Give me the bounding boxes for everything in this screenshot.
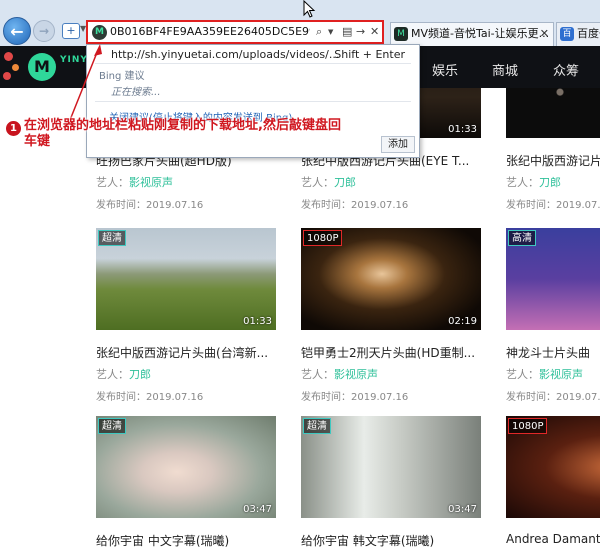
nav-crowdfunding[interactable]: 众筹: [553, 60, 579, 79]
video-title[interactable]: 铠甲勇士2刑天片头曲(HD重制...: [301, 344, 481, 361]
video-date: 发布时间：2019.07.16: [301, 200, 409, 211]
video-title[interactable]: 给你宇宙 韩文字幕(瑞曦): [301, 532, 481, 549]
video-date: 发布时间：2019.07.16: [301, 392, 409, 403]
forward-button[interactable]: →: [33, 20, 55, 42]
video-duration: 02:19: [448, 316, 477, 327]
browser-toolbar: ← → + ▼ M 0B016BF4FE9AA359EE26405DC5E993…: [0, 0, 600, 46]
yinyuetai-favicon-icon: M: [394, 27, 408, 41]
mouse-cursor-icon: [303, 0, 316, 18]
video-date: 发布时间：2019.07.16: [506, 392, 600, 403]
video-date: 发布时间：2019.07.16: [506, 200, 600, 211]
bing-suggestions-heading: Bing 建议: [99, 71, 145, 82]
compatibility-view-icon[interactable]: +: [62, 23, 80, 39]
step-number: 1: [6, 121, 21, 136]
video-thumbnail[interactable]: 高清: [506, 228, 600, 330]
video-duration: 01:33: [243, 316, 272, 327]
arrow-left-icon: ←: [10, 21, 24, 41]
video-title[interactable]: 张纪中版西游记片头: [506, 152, 600, 169]
address-bar[interactable]: M 0B016BF4FE9AA359EE26405DC5E993.mp4 ⌕ ▼…: [86, 20, 384, 44]
nav-mall[interactable]: 商城: [492, 60, 518, 79]
suggestion-shortcut: Shift + Enter: [334, 48, 405, 61]
video-date: 发布时间：2019.07.16: [96, 200, 204, 211]
suggestion-url[interactable]: http://sh.yinyuetai.com/uploads/videos/.…: [111, 48, 339, 61]
nav-entertainment[interactable]: 娱乐: [432, 60, 458, 79]
quality-badge: 1080P: [508, 418, 548, 434]
quality-badge: 高清: [508, 230, 536, 246]
video-artist: 艺人：刀郎: [301, 176, 356, 189]
close-icon[interactable]: ✕: [540, 23, 549, 45]
site-logo[interactable]: M: [28, 53, 56, 81]
tab-baidu[interactable]: 百 百度一: [556, 22, 600, 46]
site-favicon: M: [92, 25, 107, 40]
site-logo-text: YINYUETAI: [60, 54, 121, 66]
tab-mv-channel[interactable]: M MV频道-音悦Tai-让娱乐更... ✕: [390, 22, 554, 46]
video-date: 发布时间：2019.07.16: [96, 392, 204, 403]
quality-badge: 超清: [98, 418, 126, 434]
video-artist: 艺人：影视原声: [301, 368, 378, 381]
quality-badge: 超清: [98, 230, 126, 246]
quality-badge: 超清: [303, 418, 331, 434]
video-thumbnail[interactable]: 1080P: [506, 416, 600, 518]
video-title[interactable]: 张纪中版西游记片头曲(台湾新...: [96, 344, 276, 361]
video-duration: 03:47: [448, 504, 477, 515]
address-input[interactable]: 0B016BF4FE9AA359EE26405DC5E993.mp4: [110, 25, 310, 38]
video-artist: 艺人：刀郎: [96, 368, 151, 381]
video-artist: 艺人：影视原声: [96, 176, 173, 189]
video-thumbnail[interactable]: [506, 88, 600, 138]
decoration: [3, 72, 11, 80]
video-thumbnail[interactable]: 超清 01:33: [96, 228, 276, 330]
search-icon[interactable]: ⌕: [316, 25, 322, 39]
divider: [95, 63, 411, 64]
divider: [95, 101, 411, 102]
tab-label: MV频道-音悦Tai-让娱乐更...: [411, 27, 550, 40]
baidu-favicon-icon: 百: [560, 27, 574, 41]
video-artist: 艺人：影视原声: [506, 368, 583, 381]
video-thumbnail[interactable]: 超清 03:47: [96, 416, 276, 518]
add-button[interactable]: 添加: [381, 136, 415, 153]
quality-badge: 1080P: [303, 230, 343, 246]
instruction-text: 在浏览器的地址栏粘贴刚复制的下载地址,然后敲键盘回车键: [24, 118, 341, 149]
searching-status: 正在搜索...: [111, 87, 161, 98]
video-artist: 艺人：刀郎: [506, 176, 561, 189]
video-thumbnail[interactable]: 超清 03:47: [301, 416, 481, 518]
tab-label: 百度一: [577, 27, 600, 40]
video-duration: 03:47: [243, 504, 272, 515]
arrow-right-icon: →: [38, 24, 50, 38]
video-title[interactable]: Andrea Damante,: [506, 532, 600, 546]
back-button[interactable]: ←: [3, 17, 31, 45]
page-icon[interactable]: ▤: [342, 25, 352, 38]
video-title[interactable]: 神龙斗士片头曲: [506, 344, 600, 361]
chevron-down-icon[interactable]: ▼: [328, 28, 333, 36]
go-arrow-icon[interactable]: →: [356, 25, 365, 38]
decoration: [4, 52, 13, 61]
decoration: [12, 64, 19, 71]
video-title[interactable]: 给你宇宙 中文字幕(瑞曦): [96, 532, 276, 549]
video-thumbnail[interactable]: 1080P 02:19: [301, 228, 481, 330]
video-duration: 01:33: [448, 124, 477, 135]
close-icon[interactable]: ✕: [370, 25, 379, 38]
